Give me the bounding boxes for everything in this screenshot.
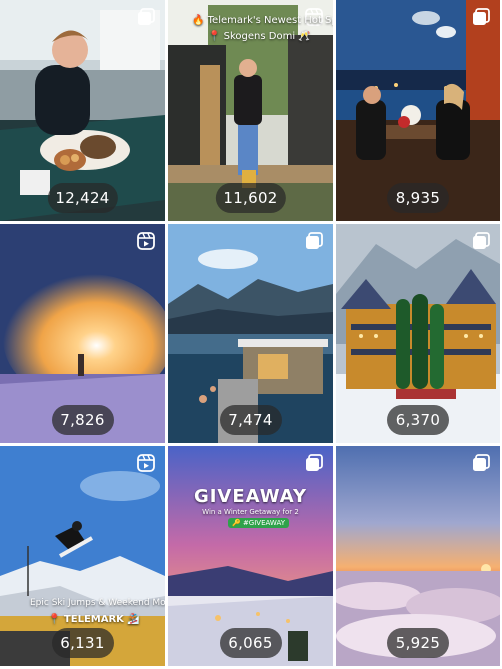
post-grid: 12,424 🔥 Telemark's Newest Hot Spot 📍 Sk…: [0, 0, 502, 669]
post-tile-9[interactable]: 5,925: [336, 446, 502, 669]
view-count: 6,065: [219, 628, 282, 658]
post-tile-2[interactable]: 🔥 Telemark's Newest Hot Spot 📍 Skogens D…: [168, 0, 335, 224]
view-count: 8,935: [387, 183, 449, 213]
giveaway-title: GIVEAWAY: [193, 486, 308, 507]
post-tile-7[interactable]: Epic Ski Jumps & Weekend Mode: ON 📍 TELE…: [0, 446, 167, 669]
post-caption-line-1: Epic Ski Jumps & Weekend Mode: ON: [30, 598, 166, 608]
view-count: 6,131: [51, 628, 114, 658]
post-tile-8[interactable]: GIVEAWAY Win a Winter Getaway for 2 🔑 #G…: [168, 446, 335, 669]
post-caption-line-2: 📍 TELEMARK 🏂: [48, 614, 140, 625]
post-tile-1[interactable]: 12,424: [0, 0, 167, 224]
carousel-icon: [473, 8, 490, 25]
post-tile-6[interactable]: 6,370: [336, 224, 502, 446]
giveaway-subtitle: Win a Winter Getaway for 2: [202, 508, 299, 516]
view-count: 5,925: [387, 628, 449, 658]
post-caption-line-2: 📍 Skogens Domi 🥂: [208, 31, 311, 42]
view-count: 7,826: [51, 405, 114, 435]
carousel-icon: [473, 454, 490, 471]
view-count: 6,370: [387, 405, 449, 435]
post-caption-line-1: 🔥 Telemark's Newest Hot Spot: [192, 15, 335, 26]
post-tile-3[interactable]: 8,935: [336, 0, 502, 224]
post-tile-4[interactable]: 7,826: [0, 224, 167, 446]
reel-icon: [137, 232, 155, 250]
carousel-icon: [473, 232, 490, 249]
carousel-icon: [306, 232, 323, 249]
view-count: 11,602: [215, 183, 286, 213]
carousel-icon: [306, 454, 323, 471]
carousel-icon: [138, 8, 155, 25]
giveaway-tag: 🔑 #GIVEAWAY: [228, 518, 289, 528]
reel-icon: [137, 454, 155, 472]
view-count: 12,424: [47, 183, 118, 213]
post-tile-5[interactable]: 7,474: [168, 224, 335, 446]
view-count: 7,474: [219, 405, 282, 435]
